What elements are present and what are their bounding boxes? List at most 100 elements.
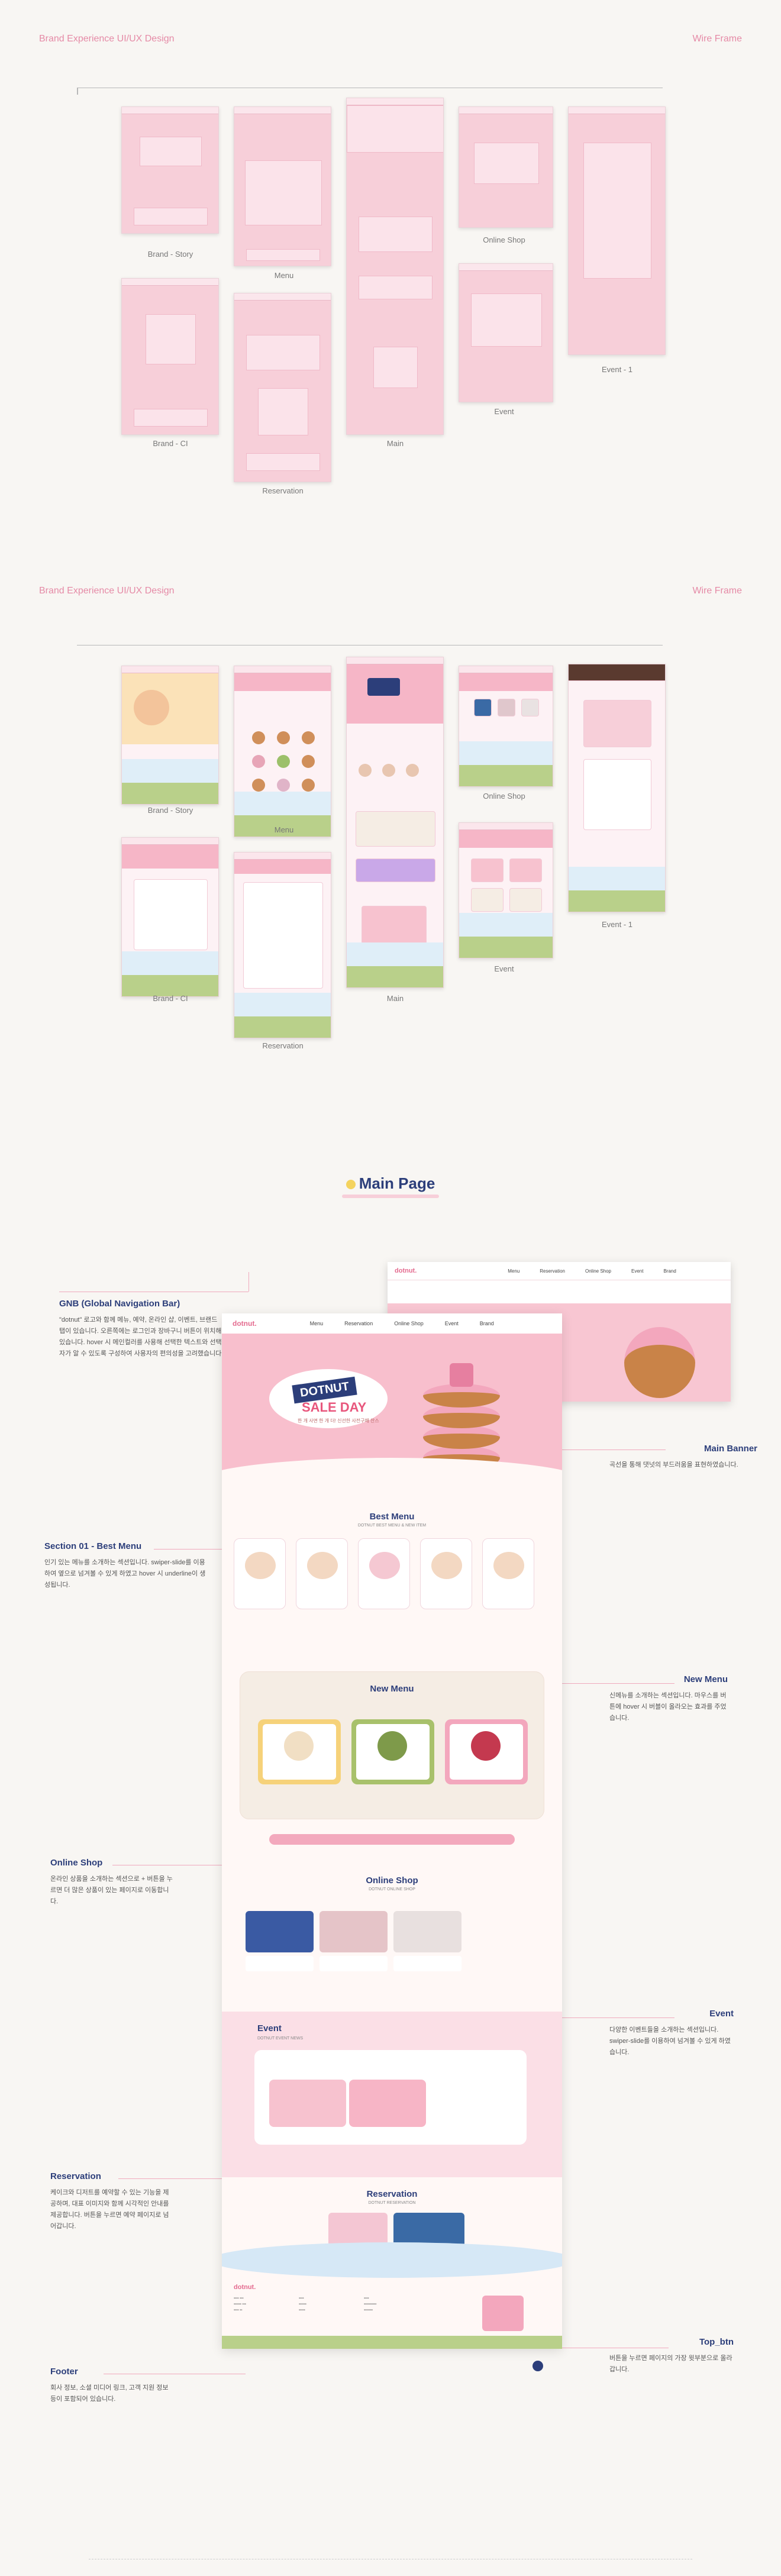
donut-stack-illustration [423,1363,500,1470]
frame-main [346,657,444,988]
new-menu-card[interactable] [351,1719,434,1784]
donut-illustration [624,1327,695,1398]
main-banner: DOTNUT SALE DAY 한 개 사면 한 개 더! 신선한 사전구매 찬… [222,1334,562,1505]
menu-card[interactable] [358,1538,410,1609]
label-main: Main [386,439,404,448]
shop-card[interactable] [393,1911,462,1976]
annotation-main-banner: Main Banner 곡선을 통해 댓넛의 부드러움을 표현하였습니다. [609,1444,757,1468]
event-slider[interactable] [254,2050,527,2145]
annotation-top-btn: Top_btn 버튼을 누르면 페이지의 가장 윗부분으로 올라갑니다. [609,2337,734,2373]
scallop-divider [269,1834,515,1845]
bakery-illustration [482,2296,524,2331]
shop-card[interactable] [246,1911,314,1976]
event-card[interactable] [269,2080,346,2127]
event-title: Event [257,2023,282,2033]
project-title: Brand Experience UI/UX Design [39,34,175,44]
nav-item-reservation[interactable]: Reservation [344,1321,373,1326]
nav-item-event[interactable]: Event [445,1321,459,1326]
label-event-1: Event - 1 [601,920,633,929]
menu-card[interactable] [296,1538,348,1609]
label-menu: Menu [274,271,294,280]
event-card[interactable] [349,2080,426,2127]
nav-item-brand[interactable]: Brand [663,1268,676,1274]
label-menu: Menu [274,825,294,834]
nav-item-event[interactable]: Event [631,1268,643,1274]
connector [77,88,78,95]
frame-menu [234,106,331,266]
annotation-reservation: Reservation 케이크와 디저트를 예약할 수 있는 기능을 제공하며,… [50,2171,169,2230]
label-brand-story: Brand - Story [147,806,193,815]
label-online-shop: Online Shop [483,235,525,244]
frame-event [459,822,553,958]
frame-event-1 [568,106,666,355]
frame-brand-ci [121,837,219,997]
online-shop-sub: DOTNUT ONLINE SHOP [369,1887,415,1891]
nav-item-online-shop[interactable]: Online Shop [394,1321,424,1326]
wireframe-header-2: Brand Experience UI/UX Design Wire Frame [39,586,742,596]
event-sub: DOTNUT EVENT NEWS [257,2036,304,2041]
nav-item-online-shop[interactable]: Online Shop [585,1268,611,1274]
new-menu-panel: New Menu [240,1671,544,1819]
frame-brand-story [121,666,219,805]
best-menu-title: Best Menu [369,1512,415,1522]
annotation-footer: Footer 회사 정보, 소셜 미디어 링크, 고객 지원 정보 등이 포함되… [50,2367,169,2403]
footer: dotnut. ▪▪▪▪ ▪▪▪ ▪▪▪▪▪▪ ▪▪▪ ▪▪▪▪ ▪▪ ▪▪▪▪ ▪▪… [222,2242,562,2349]
online-shop-title: Online Shop [366,1875,418,1886]
frame-brand-ci [121,278,219,435]
best-menu-sub: DOTNUT BEST MENU & NEW ITEM [357,1523,427,1528]
label-event-1: Event - 1 [601,365,633,374]
reservation-title: Reservation [366,2189,418,2199]
logo[interactable]: dotnut. [233,1319,257,1328]
frame-event-1 [568,664,666,912]
menu-card[interactable] [420,1538,472,1609]
main-page-title: Main Page [0,1174,781,1198]
frame-reservation [234,293,331,482]
project-title: Brand Experience UI/UX Design [39,586,175,596]
nav-item-reservation[interactable]: Reservation [540,1268,565,1274]
section-tag: Wire Frame [692,34,742,44]
label-online-shop: Online Shop [483,792,525,800]
label-reservation: Reservation [262,486,304,495]
frame-online-shop [459,106,553,228]
title-underline [342,1195,439,1198]
nav-item-menu[interactable]: Menu [508,1268,519,1274]
menu-card[interactable] [234,1538,286,1609]
new-menu-card[interactable] [445,1719,528,1784]
label-event: Event [494,407,514,416]
annotation-new-menu: New Menu 신메뉴를 소개하는 섹션입니다. 마우스를 버튼에 hover… [609,1674,728,1722]
nav-item-brand[interactable]: Brand [480,1321,494,1326]
frame-reservation [234,852,331,1038]
menu-card[interactable] [482,1538,534,1609]
label-event: Event [494,964,514,973]
gnb: dotnut. Menu Reservation Online Shop Eve… [222,1313,562,1334]
footer-info: ▪▪▪▪ ▪▪▪▪▪▪▪▪▪▪ ▪▪▪▪▪▪▪ [364,2297,377,2312]
frame-menu [234,666,331,837]
new-menu-card[interactable] [258,1719,341,1784]
label-brand-story: Brand - Story [147,250,193,259]
frame-event [459,263,553,402]
frame-online-shop [459,666,553,787]
footer-logo[interactable]: dotnut. [234,2284,256,2291]
frame-main [346,98,444,435]
annotation-event: Event 다양한 이벤트들을 소개하는 섹션입니다. swiper-slide… [609,2009,734,2056]
label-brand-ci: Brand - CI [153,994,188,1003]
dropdown-panel [388,1280,731,1303]
label-brand-ci: Brand - CI [153,439,188,448]
leader-line [248,1272,249,1292]
frame-brand-story [121,106,219,234]
sale-badge: DOTNUT SALE DAY 한 개 사면 한 개 더! 신선한 사전구매 찬… [269,1369,388,1428]
reservation-sub: DOTNUT RESERVATION [368,2201,416,2205]
label-main: Main [386,994,404,1003]
footer-info: ▪▪▪▪ ▪▪▪▪▪▪ ▪▪▪▪▪ [299,2297,306,2312]
new-menu-title: New Menu [370,1684,414,1694]
shop-card[interactable] [320,1911,388,1976]
footer-info: ▪▪▪▪ ▪▪▪ ▪▪▪▪▪▪ ▪▪▪ ▪▪▪▪ ▪▪ [234,2297,246,2312]
wireframe-header-1: Brand Experience UI/UX Design Wire Frame [39,34,742,44]
bullet-icon [346,1180,356,1190]
section-tag: Wire Frame [692,586,742,596]
nav-item-menu[interactable]: Menu [310,1321,324,1326]
annotation-gnb: GNB (Global Navigation Bar) "dotnut" 로고와… [59,1299,224,1357]
label-reservation: Reservation [262,1041,304,1050]
logo[interactable]: dotnut. [395,1267,417,1274]
top-button[interactable] [532,2361,543,2371]
